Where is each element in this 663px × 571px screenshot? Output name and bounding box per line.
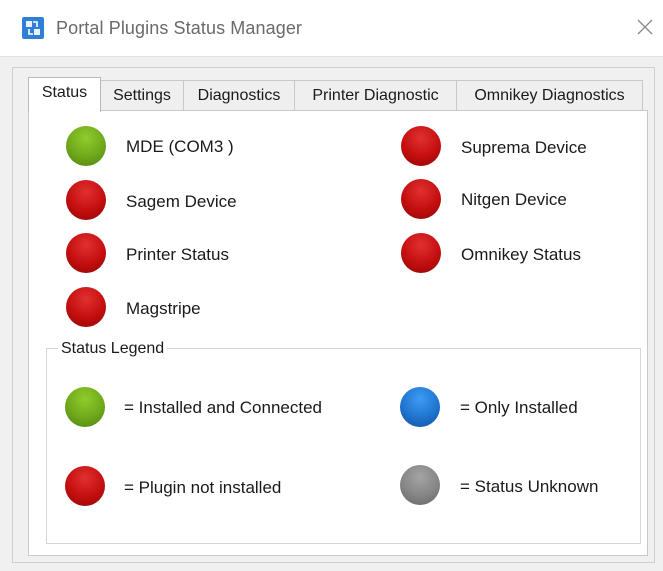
- tab-strip: Status Settings Diagnostics Printer Diag…: [28, 77, 648, 112]
- tab-printer-diagnostic[interactable]: Printer Diagnostic: [294, 80, 457, 110]
- device-label-mde: MDE (COM3 ): [126, 137, 234, 156]
- status-legend-title: Status Legend: [58, 340, 168, 358]
- tab-diagnostics[interactable]: Diagnostics: [183, 80, 295, 110]
- legend-label-only-installed: = Only Installed: [460, 398, 578, 417]
- status-indicator-nitgen: [401, 179, 441, 219]
- legend-label-installed-connected: = Installed and Connected: [124, 398, 323, 417]
- status-indicator-printer: [66, 233, 106, 273]
- close-icon[interactable]: [634, 16, 656, 38]
- device-label-omnikey: Omnikey Status: [461, 245, 581, 264]
- legend-label-not-installed: = Plugin not installed: [124, 478, 282, 497]
- device-label-nitgen: Nitgen Device: [461, 190, 567, 209]
- tab-status[interactable]: Status: [28, 77, 101, 112]
- status-indicator-sagem: [66, 180, 106, 220]
- legend-dot-green: [65, 387, 105, 427]
- status-indicator-suprema: [401, 126, 441, 166]
- legend-dot-gray: [400, 465, 440, 505]
- tab-settings[interactable]: Settings: [100, 80, 184, 110]
- device-label-sagem: Sagem Device: [126, 192, 237, 211]
- title-bar: Portal Plugins Status Manager: [0, 0, 663, 57]
- tab-omnikey-diagnostics[interactable]: Omnikey Diagnostics: [456, 80, 643, 110]
- window-title: Portal Plugins Status Manager: [56, 18, 303, 38]
- device-label-magstripe: Magstripe: [126, 299, 201, 318]
- plugin-app-icon: [22, 17, 44, 39]
- device-label-suprema: Suprema Device: [461, 138, 587, 157]
- legend-dot-blue: [400, 387, 440, 427]
- status-indicator-magstripe: [66, 287, 106, 327]
- status-indicator-omnikey: [401, 233, 441, 273]
- legend-dot-red: [65, 466, 105, 506]
- legend-label-status-unknown: = Status Unknown: [460, 477, 599, 496]
- status-indicator-mde: [66, 126, 106, 166]
- device-label-printer: Printer Status: [126, 245, 229, 264]
- status-legend-group: [46, 348, 641, 544]
